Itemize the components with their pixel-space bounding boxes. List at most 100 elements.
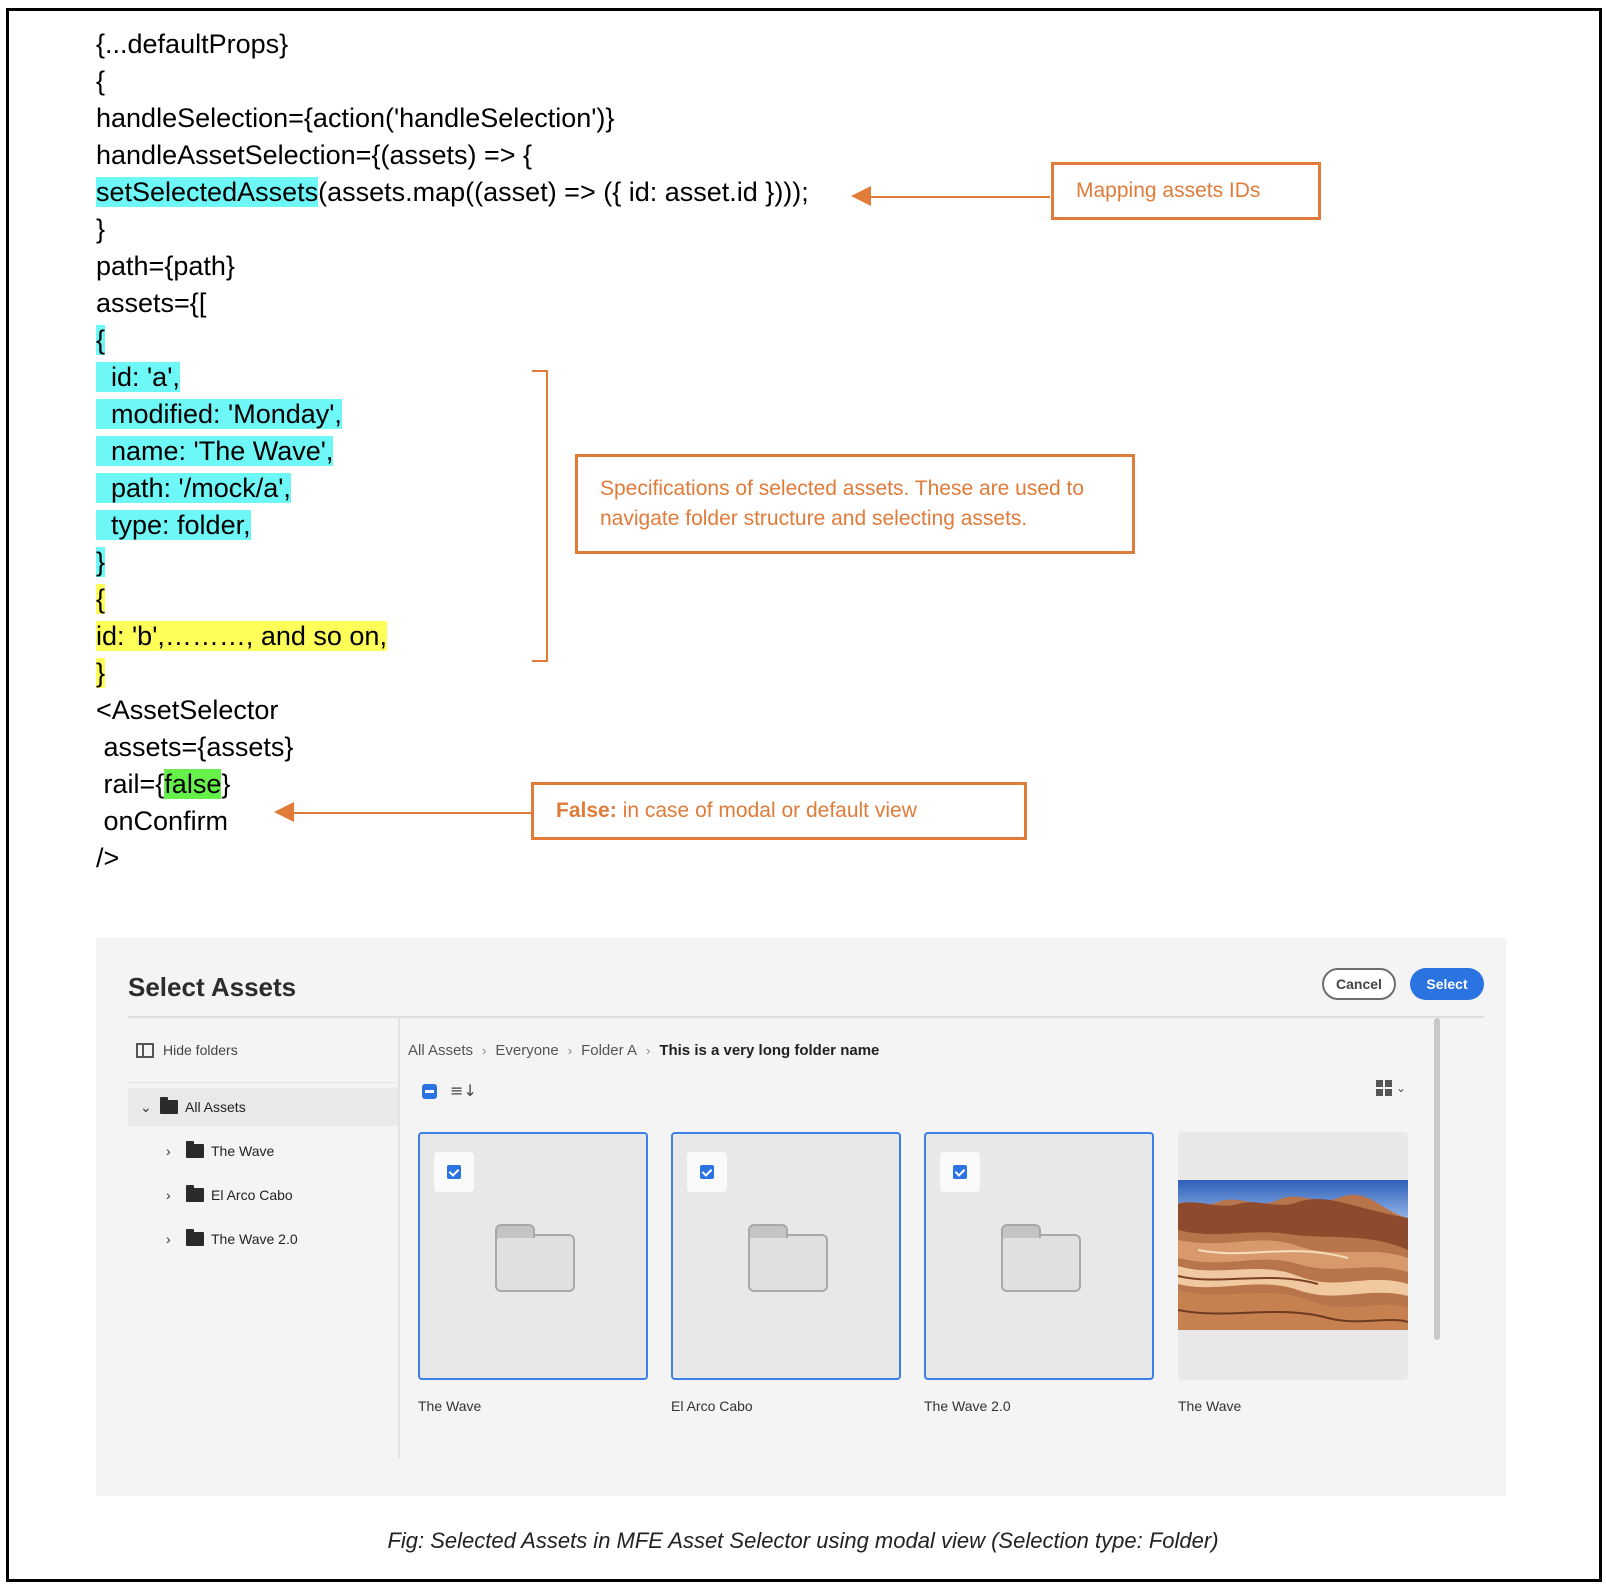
breadcrumb-separator-icon: › [645, 1043, 651, 1058]
code-line: <AssetSelector [96, 695, 279, 725]
tree-item-label: The Wave [211, 1143, 275, 1159]
asset-card[interactable] [1178, 1132, 1408, 1380]
scrollbar[interactable] [1434, 1018, 1440, 1340]
view-toggle[interactable]: ⌄ [1376, 1080, 1406, 1096]
arrow-head [851, 186, 871, 206]
code-line: {...defaultProps} [96, 29, 289, 59]
arrow-head [274, 802, 294, 822]
annotation-false: False: in case of modal or default view [531, 782, 1027, 840]
chevron-right-icon: › [166, 1187, 171, 1203]
arrow-line [870, 196, 1050, 198]
select-button[interactable]: Select [1410, 968, 1484, 1000]
tree-item-label: All Assets [185, 1099, 246, 1115]
panel-icon [136, 1042, 154, 1058]
breadcrumb-separator-icon: › [482, 1043, 487, 1058]
breadcrumb-item[interactable]: All Assets [408, 1042, 473, 1059]
code-highlight: name: 'The Wave', [96, 436, 334, 466]
annotation-text: Mapping assets IDs [1076, 179, 1261, 202]
tree-item-label: El Arco Cabo [211, 1187, 293, 1203]
code-fragment: rail={ [96, 769, 165, 799]
checkbox-checked[interactable] [434, 1152, 474, 1192]
arrow-line [292, 812, 532, 814]
asset-card[interactable] [924, 1132, 1154, 1380]
code-highlight: path: '/mock/a', [96, 473, 291, 503]
checkbox-checked[interactable] [940, 1152, 980, 1192]
sort-icon[interactable]: ≡↓ [450, 1081, 477, 1100]
breadcrumb-separator-icon: › [567, 1043, 573, 1058]
breadcrumb-current: This is a very long folder name [659, 1042, 880, 1059]
code-highlight: id: 'a', [96, 362, 180, 392]
code-line: } [96, 655, 106, 691]
code-line: path={path} [96, 251, 235, 281]
code-line: id: 'b',………, and so on, [96, 618, 387, 654]
select-all-checkbox[interactable] [422, 1084, 437, 1099]
code-highlight: id: 'b',………, and so on, [96, 621, 387, 651]
code-highlight: false [164, 769, 222, 799]
code-fragment: } [221, 769, 231, 799]
folder-icon [748, 1224, 828, 1292]
code-line: assets={assets} [96, 732, 294, 762]
code-fragment: (assets.map((asset) => ({ id: asset.id }… [318, 177, 809, 207]
code-line: } [96, 214, 106, 244]
code-line: modified: 'Monday', [96, 396, 342, 432]
annotation-mapping: Mapping assets IDs [1051, 162, 1321, 220]
asset-card-name: El Arco Cabo [671, 1398, 753, 1414]
hide-folders-toggle[interactable]: Hide folders [136, 1042, 238, 1058]
code-line: { [96, 66, 106, 96]
header-divider [128, 1016, 1484, 1018]
code-highlight: type: folder, [96, 510, 251, 540]
code-line: rail={false} [96, 766, 230, 802]
tree-item-the-wave-2[interactable]: › The Wave 2.0 [166, 1229, 298, 1247]
folder-icon [495, 1224, 575, 1292]
code-line: { [96, 322, 106, 358]
hide-folders-label: Hide folders [163, 1042, 238, 1058]
modal-title: Select Assets [128, 972, 297, 1002]
asset-card[interactable] [671, 1132, 901, 1380]
tree-item-label: The Wave 2.0 [211, 1231, 298, 1247]
wave-photo-image [1178, 1180, 1408, 1330]
chevron-down-icon: ⌄ [140, 1098, 152, 1115]
breadcrumb-item[interactable]: Everyone [495, 1042, 558, 1059]
tree-item-el-arco-cabo[interactable]: › El Arco Cabo [166, 1185, 293, 1203]
chevron-right-icon: › [166, 1143, 171, 1159]
breadcrumb: All Assets › Everyone › Folder A › This … [408, 1042, 879, 1059]
code-line: onConfirm [96, 806, 229, 836]
figure-caption: Fig: Selected Assets in MFE Asset Select… [387, 1528, 1219, 1553]
code-highlight: } [96, 658, 106, 688]
breadcrumb-item[interactable]: Folder A [581, 1042, 637, 1059]
code-line: id: 'a', [96, 359, 180, 395]
code-highlight: { [96, 325, 106, 355]
code-highlight: } [96, 547, 106, 577]
asset-card[interactable] [418, 1132, 648, 1380]
annotation-bold: False: [556, 799, 617, 822]
bracket [532, 370, 548, 662]
code-highlight: modified: 'Monday', [96, 399, 342, 429]
folder-icon [186, 1141, 204, 1158]
annotation-text: in case of modal or default view [622, 799, 917, 822]
sidebar-divider [398, 1018, 400, 1458]
annotation-text: Specifications of selected assets. These… [600, 477, 1085, 530]
code-highlight: setSelectedAssets [96, 177, 319, 207]
asset-card-name: The Wave [1178, 1398, 1242, 1414]
asset-card-name: The Wave 2.0 [924, 1398, 1011, 1414]
folder-icon [186, 1229, 204, 1246]
code-line: path: '/mock/a', [96, 470, 291, 506]
code-line: name: 'The Wave', [96, 433, 334, 469]
cancel-button[interactable]: Cancel [1322, 968, 1396, 1000]
folder-icon [160, 1097, 178, 1114]
asset-selector-modal: Select Assets Cancel Select Hide folders… [96, 938, 1506, 1496]
checkbox-checked[interactable] [687, 1152, 727, 1192]
sidebar-divider [128, 1082, 396, 1083]
code-line: /> [96, 843, 120, 873]
code-line: handleAssetSelection={(assets) => { [96, 140, 533, 170]
tree-item-all-assets[interactable]: ⌄ All Assets [128, 1088, 398, 1126]
code-line: assets={[ [96, 288, 207, 318]
folder-icon [186, 1185, 204, 1202]
code-line: handleSelection={action('handleSelection… [96, 103, 615, 133]
grid-icon [1376, 1080, 1392, 1096]
asset-card-name: The Wave [418, 1398, 482, 1414]
folder-icon [1001, 1224, 1081, 1292]
code-line: type: folder, [96, 507, 251, 543]
annotation-specs: Specifications of selected assets. These… [575, 454, 1135, 554]
tree-item-the-wave[interactable]: › The Wave [166, 1141, 275, 1159]
